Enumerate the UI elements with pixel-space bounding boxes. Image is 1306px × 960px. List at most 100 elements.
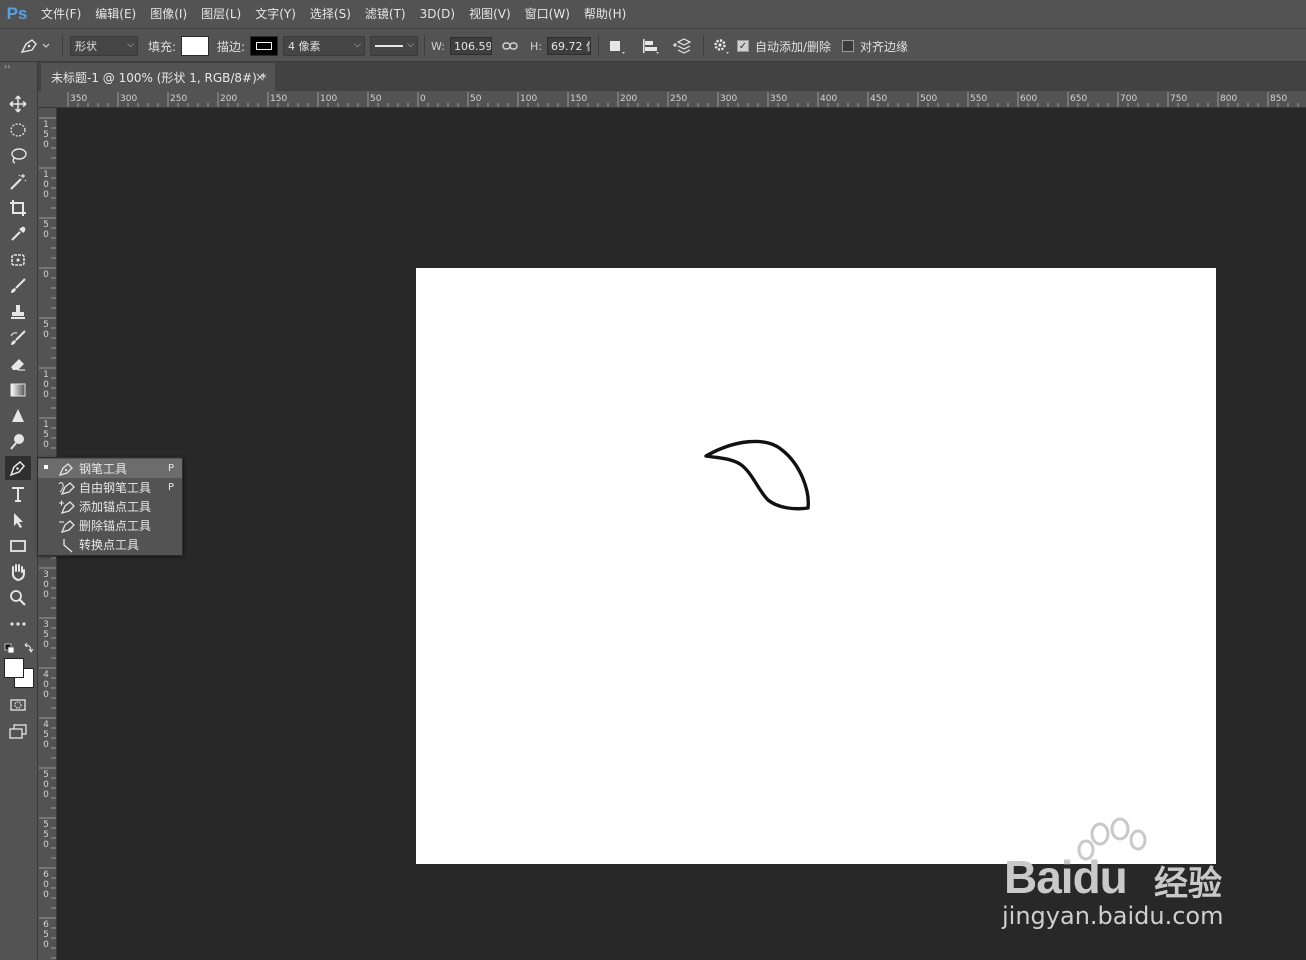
pen-icon [20, 39, 50, 53]
app-logo: Ps [6, 4, 28, 23]
menu-image[interactable]: 图像(I) [143, 0, 194, 28]
menu-filter[interactable]: 滤镜(T) [358, 0, 413, 28]
menu-3d[interactable]: 3D(D) [413, 0, 462, 28]
history-brush-tool[interactable] [5, 326, 31, 350]
rectangle-tool[interactable] [5, 534, 31, 558]
arrow-pointer-icon [14, 513, 23, 528]
stroke-type-select[interactable]: ⌵ [370, 36, 418, 56]
rectangle-icon [10, 540, 26, 552]
settings-button[interactable] [711, 29, 731, 63]
path-alignment-button[interactable] [640, 29, 662, 63]
stroke-label: 描边: [217, 39, 246, 54]
hand-tool[interactable] [5, 560, 31, 584]
path-operations-icon [610, 41, 625, 54]
flyout-item-delete-anchor[interactable]: 删除锚点工具 [38, 516, 182, 535]
align-icon [643, 39, 659, 54]
eraser-tool[interactable] [5, 352, 31, 376]
gradient-tool[interactable] [5, 378, 31, 402]
more-tools[interactable] [5, 612, 31, 636]
ruler-label: 600 [43, 870, 49, 900]
magic-wand-icon [10, 174, 27, 190]
close-icon[interactable]: × [255, 70, 265, 84]
ruler-label: 850 [1270, 94, 1288, 104]
menu-select[interactable]: 选择(S) [303, 0, 358, 28]
type-tool[interactable] [5, 482, 31, 506]
link-dimensions-button[interactable] [502, 29, 518, 63]
height-field[interactable]: 69.72 像 [546, 37, 591, 55]
freeform-pen-icon [58, 482, 75, 496]
stroke-line-icon [375, 45, 403, 47]
menu-file[interactable]: 文件(F) [34, 0, 88, 28]
menu-edit[interactable]: 编辑(E) [88, 0, 143, 28]
fill-swatch[interactable] [181, 36, 210, 56]
move-tool[interactable] [5, 92, 31, 116]
zoom-icon [10, 590, 26, 606]
ruler-label: 300 [720, 94, 738, 104]
ruler-label: 800 [1220, 94, 1238, 104]
blur-icon [12, 409, 24, 422]
quick-mask-button[interactable] [5, 693, 31, 717]
crop-tool[interactable] [5, 196, 31, 220]
flyout-item-shortcut: P [167, 482, 174, 493]
eyedropper-tool[interactable] [5, 222, 31, 246]
menu-type[interactable]: 文字(Y) [248, 0, 303, 28]
path-operations-button[interactable] [606, 29, 628, 63]
blur-tool[interactable] [5, 404, 31, 428]
stroke-swatch-icon [256, 42, 273, 50]
ruler-label: 250 [670, 94, 688, 104]
healing-brush-tool[interactable] [5, 248, 31, 272]
type-icon [12, 487, 24, 502]
ruler-label: 400 [43, 670, 49, 700]
ruler-label: 50 [370, 94, 382, 104]
flyout-item-shortcut: P [167, 463, 174, 474]
ruler-label: 600 [1020, 94, 1038, 104]
pen-tool[interactable] [5, 456, 31, 480]
hand-icon [11, 564, 25, 582]
color-swap-controls[interactable] [3, 642, 35, 656]
align-edges-checkbox[interactable] [842, 40, 854, 52]
color-swatches[interactable] [4, 658, 34, 688]
chevron-down-icon: ⌵ [407, 40, 414, 50]
tool-preset-picker[interactable] [18, 29, 52, 63]
chevron-down-icon: ⌵ [354, 40, 361, 50]
fill-label: 填充: [148, 39, 177, 54]
flyout-item-add-anchor[interactable]: 添加锚点工具 [38, 497, 182, 516]
menu-layer[interactable]: 图层(L) [194, 0, 248, 28]
menu-view[interactable]: 视图(V) [462, 0, 518, 28]
ruler-label: 150 [43, 120, 49, 150]
zoom-tool[interactable] [5, 586, 31, 610]
clone-stamp-tool[interactable] [5, 300, 31, 324]
path-arrangement-button[interactable] [672, 29, 696, 63]
path-selection-tool[interactable] [5, 508, 31, 532]
menu-window[interactable]: 窗口(W) [518, 0, 577, 28]
flyout-item-pen[interactable]: 钢笔工具 P [38, 459, 182, 478]
separator [62, 35, 63, 57]
ruler-label: 100 [520, 94, 538, 104]
screen-mode-button[interactable] [5, 719, 31, 743]
panel-collapse-icon[interactable]: ›› [0, 62, 38, 74]
watermark-url: jingyan.baidu.com [1002, 902, 1224, 930]
stroke-width-value: 4 像素 [288, 40, 321, 53]
lasso-tool[interactable] [5, 144, 31, 168]
auto-add-delete-checkbox[interactable]: ✓ [737, 40, 749, 52]
flyout-item-label: 删除锚点工具 [79, 519, 152, 533]
magic-wand-tool[interactable] [5, 170, 31, 194]
width-field[interactable]: 106.59 像 [449, 37, 492, 55]
leaf-shape[interactable] [416, 268, 1216, 864]
document-canvas[interactable] [416, 268, 1216, 864]
flyout-item-freeform-pen[interactable]: 自由钢笔工具 P [38, 478, 182, 497]
document-tab[interactable]: 未标题-1 @ 100% (形状 1, RGB/8#) * × [41, 63, 275, 91]
stroke-swatch[interactable] [250, 36, 279, 56]
dodge-tool[interactable] [5, 430, 31, 454]
ruler-label: 550 [970, 94, 988, 104]
gradient-icon [10, 383, 26, 397]
menu-help[interactable]: 帮助(H) [577, 0, 633, 28]
mode-select[interactable]: 形状 ⌵ [70, 36, 138, 56]
brush-tool[interactable] [5, 274, 31, 298]
foreground-color-swatch[interactable] [4, 658, 24, 678]
link-icon [502, 42, 518, 50]
tools-panel: ›› [0, 62, 38, 960]
flyout-item-convert-point[interactable]: 转换点工具 [38, 535, 182, 554]
marquee-tool[interactable] [5, 118, 31, 142]
stroke-width-select[interactable]: 4 像素 ⌵ [283, 36, 365, 56]
